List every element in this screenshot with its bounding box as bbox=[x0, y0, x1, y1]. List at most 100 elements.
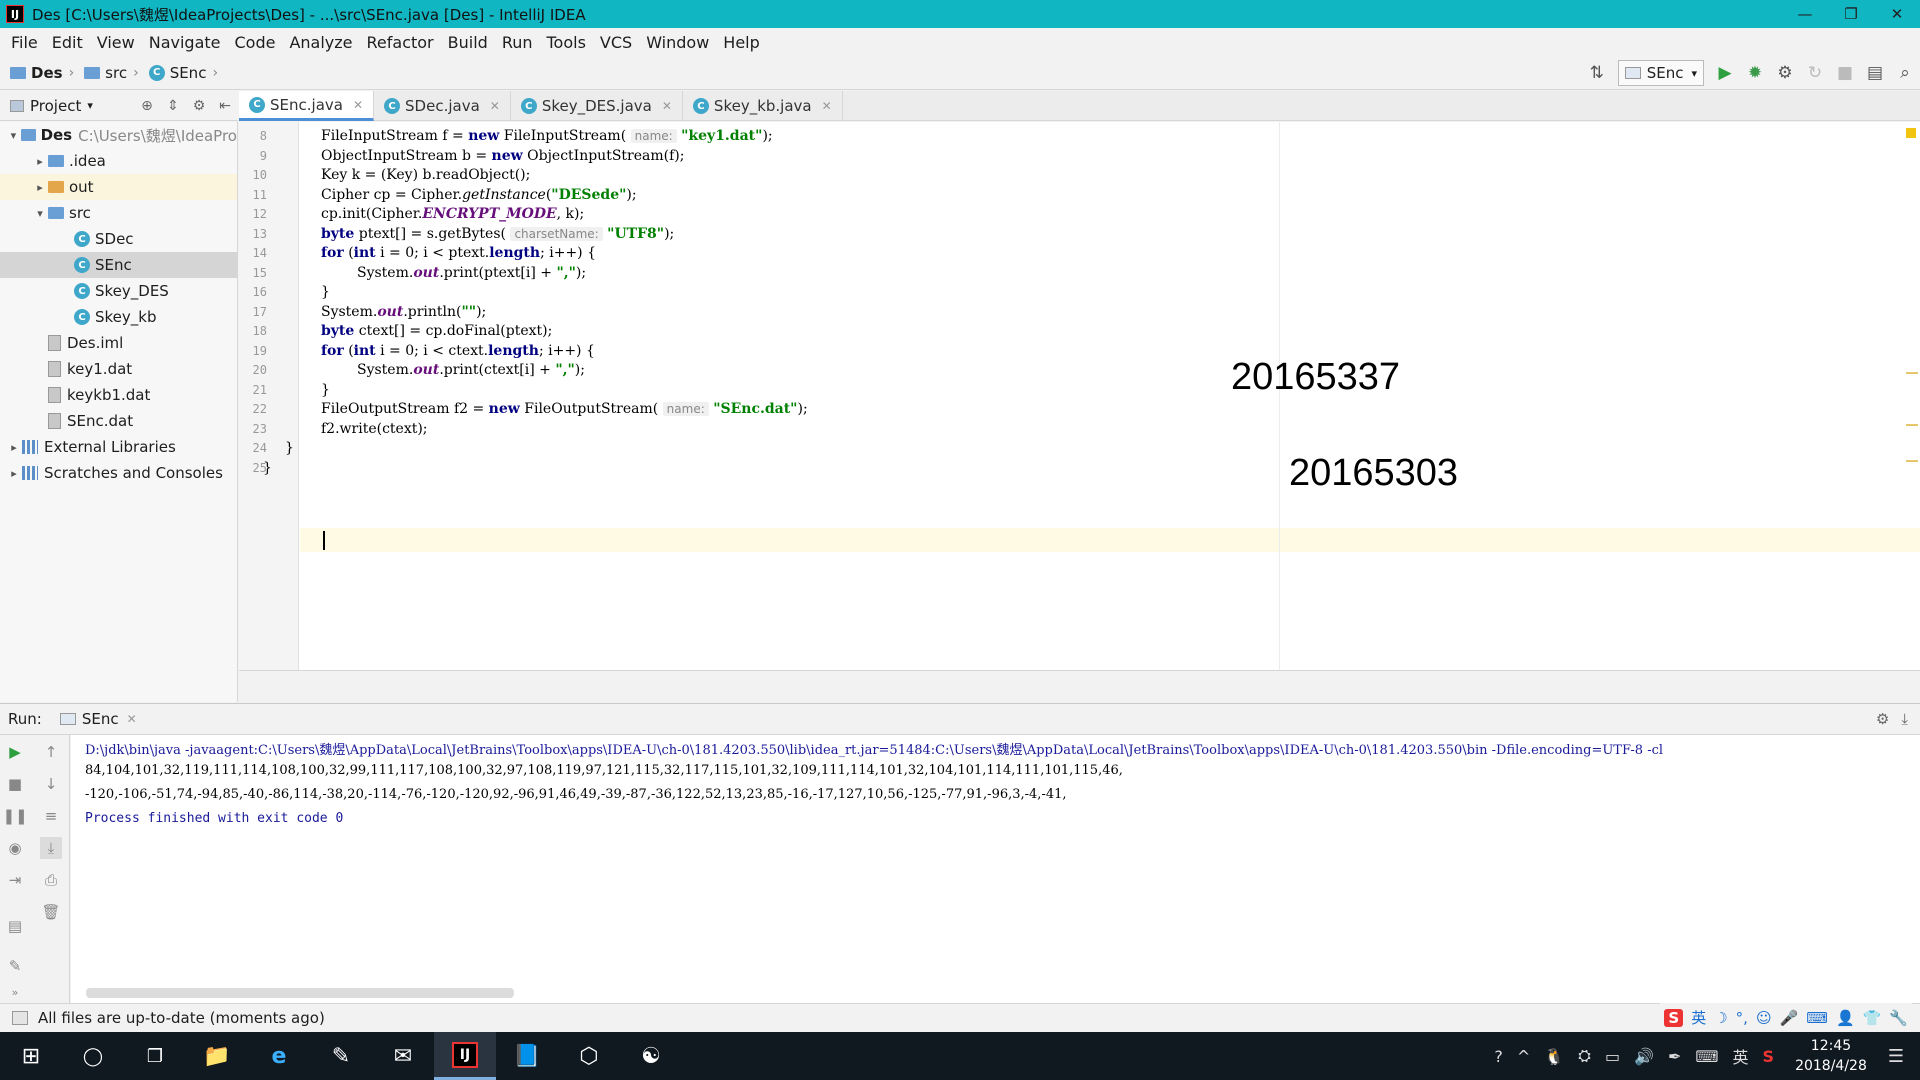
exit-icon[interactable]: ⇥ bbox=[4, 869, 26, 891]
pen-icon[interactable]: ✒ bbox=[1668, 1047, 1681, 1066]
hide-panel-icon[interactable]: ⇤ bbox=[212, 98, 238, 114]
code-line[interactable]: } bbox=[321, 382, 330, 398]
task-view-icon[interactable]: ❐ bbox=[124, 1032, 186, 1080]
close-icon[interactable]: ✕ bbox=[662, 99, 672, 113]
console-output[interactable]: D:\jdk\bin\java -javaagent:C:\Users\魏煜\A… bbox=[71, 735, 1920, 1003]
intellij-taskbar-icon[interactable]: IJ bbox=[434, 1032, 496, 1080]
cortana-icon[interactable]: ◯ bbox=[62, 1032, 124, 1080]
dump-threads-icon[interactable]: ◉ bbox=[4, 837, 26, 859]
close-button[interactable]: ✕ bbox=[1874, 0, 1920, 28]
ime-skin-icon[interactable]: 👕 bbox=[1863, 1009, 1882, 1027]
layout-icon[interactable]: ▤ bbox=[4, 915, 26, 937]
ime-emoji-icon[interactable]: ☺ bbox=[1756, 1009, 1772, 1027]
tree-item-senc[interactable]: C SEnc bbox=[0, 252, 237, 278]
print-icon[interactable]: ⎙ bbox=[40, 869, 62, 891]
ime-language-icon[interactable]: 英 bbox=[1691, 1007, 1706, 1028]
tree-item-skey-kb[interactable]: C Skey_kb bbox=[0, 304, 237, 330]
battery-icon[interactable]: ▭ bbox=[1605, 1047, 1620, 1066]
stripe-mark[interactable] bbox=[1906, 460, 1918, 462]
code-line[interactable]: cp.init(Cipher.ENCRYPT_MODE, k); bbox=[321, 206, 584, 222]
menu-build[interactable]: Build bbox=[441, 33, 495, 52]
down-arrow-icon[interactable]: ↓ bbox=[40, 773, 62, 795]
close-icon[interactable]: ✕ bbox=[353, 98, 363, 112]
menu-navigate[interactable]: Navigate bbox=[142, 33, 228, 52]
code-line[interactable]: FileInputStream f = new FileInputStream(… bbox=[321, 128, 773, 144]
chevron-down-icon[interactable]: ▾ bbox=[87, 99, 93, 112]
sogou-logo-icon[interactable]: S bbox=[1664, 1008, 1684, 1027]
help-icon[interactable]: ? bbox=[1494, 1047, 1503, 1066]
tab-skey-kb-java[interactable]: C Skey_kb.java ✕ bbox=[683, 91, 843, 121]
stop-icon[interactable]: ■ bbox=[1830, 58, 1860, 88]
soft-wrap-icon[interactable]: ≡ bbox=[40, 805, 62, 827]
tree-item-des-iml[interactable]: Des.iml bbox=[0, 330, 237, 356]
tab-sdec-java[interactable]: C SDec.java ✕ bbox=[374, 91, 511, 121]
trash-icon[interactable]: 🗑 bbox=[40, 901, 62, 923]
gear-icon[interactable]: ⚙ bbox=[1876, 710, 1889, 728]
ime-tools-icon[interactable]: 🔧 bbox=[1889, 1009, 1908, 1027]
menu-edit[interactable]: Edit bbox=[45, 33, 90, 52]
tree-item-src[interactable]: ▾ src bbox=[0, 200, 237, 226]
error-stripe[interactable] bbox=[1906, 122, 1920, 670]
collapse-icon[interactable]: ⇕ bbox=[160, 98, 186, 114]
chevron-down-icon[interactable]: ▾ bbox=[6, 129, 21, 142]
menu-refactor[interactable]: Refactor bbox=[360, 33, 441, 52]
tree-item--idea[interactable]: ▸ .idea bbox=[0, 148, 237, 174]
start-button-icon[interactable]: ⊞ bbox=[0, 1032, 62, 1080]
tree-item-external-libraries[interactable]: ▸ External Libraries bbox=[0, 434, 237, 460]
tree-item-keykb1-dat[interactable]: keykb1.dat bbox=[0, 382, 237, 408]
tree-item-skey-des[interactable]: C Skey_DES bbox=[0, 278, 237, 304]
qq-icon[interactable]: 🐧 bbox=[1544, 1047, 1564, 1066]
console-scrollbar[interactable] bbox=[86, 988, 514, 998]
ime-punctuation-icon[interactable]: °, bbox=[1736, 1009, 1748, 1027]
menu-tools[interactable]: Tools bbox=[540, 33, 593, 52]
code-line[interactable]: System.out.print(ptext[i] + ","); bbox=[357, 265, 586, 281]
tree-item-senc-dat[interactable]: SEnc.dat bbox=[0, 408, 237, 434]
run-configuration-select[interactable]: SEnc ▾ bbox=[1617, 60, 1704, 86]
input-language-icon[interactable]: 英 bbox=[1733, 1044, 1749, 1068]
menu-view[interactable]: View bbox=[90, 33, 142, 52]
more-icon[interactable]: » bbox=[4, 981, 26, 1003]
minimize-button[interactable]: — bbox=[1782, 0, 1828, 28]
code-line[interactable]: } bbox=[321, 284, 330, 300]
coverage-icon[interactable]: ⚙ bbox=[1770, 58, 1800, 88]
build-project-icon[interactable]: ⇅ bbox=[1582, 58, 1612, 88]
code-line[interactable]: } bbox=[263, 460, 272, 476]
chevron-right-icon[interactable]: ▸ bbox=[6, 467, 22, 480]
run-icon[interactable]: ▶ bbox=[1710, 58, 1740, 88]
project-panel-title[interactable]: Project bbox=[30, 97, 81, 115]
search-icon[interactable]: ⌕ bbox=[1890, 58, 1920, 88]
file-explorer-icon[interactable]: 📁 bbox=[186, 1032, 248, 1080]
breadcrumb-src[interactable]: src › bbox=[84, 64, 145, 82]
volume-icon[interactable]: 🔊 bbox=[1634, 1047, 1654, 1066]
gear-icon[interactable]: ⚙ bbox=[186, 98, 212, 114]
mail-icon[interactable]: ✉ bbox=[372, 1032, 434, 1080]
game-icon[interactable]: ☯ bbox=[620, 1032, 682, 1080]
run-tab-senc[interactable]: SEnc ✕ bbox=[59, 710, 137, 728]
touch-keyboard-icon[interactable]: ⌨ bbox=[1695, 1047, 1718, 1066]
stripe-mark[interactable] bbox=[1906, 372, 1918, 374]
chevron-right-icon[interactable]: ▸ bbox=[6, 441, 22, 454]
tree-item-out[interactable]: ▸ out bbox=[0, 174, 237, 200]
code-editor[interactable]: 8 9 10 11 12 13 14 15 16 17 18 19 20 21 22 23 24 25 FileI… bbox=[239, 122, 1920, 670]
editor-scrollbar-area[interactable] bbox=[239, 670, 1920, 702]
close-icon[interactable]: ✕ bbox=[127, 712, 137, 726]
scroll-to-end-icon[interactable]: ⤓ bbox=[40, 837, 62, 859]
ime-moon-icon[interactable]: ☽ bbox=[1714, 1009, 1727, 1027]
stop-icon[interactable]: ■ bbox=[4, 773, 26, 795]
virtualbox-icon[interactable]: ⬡ bbox=[558, 1032, 620, 1080]
code-line[interactable]: for (int i = 0; i < ptext.length; i++) { bbox=[321, 245, 596, 261]
chevron-right-icon[interactable]: ▸ bbox=[32, 181, 48, 194]
breadcrumb-class[interactable]: C SEnc › bbox=[148, 64, 224, 82]
breadcrumb-project[interactable]: Des › bbox=[10, 64, 80, 82]
close-icon[interactable]: ✕ bbox=[822, 99, 832, 113]
rerun-icon[interactable]: ▶ bbox=[4, 741, 26, 763]
stripe-mark[interactable] bbox=[1906, 424, 1918, 426]
browser-icon[interactable]: e bbox=[248, 1032, 310, 1080]
code-line[interactable]: } bbox=[285, 440, 294, 456]
tab-senc-java[interactable]: C SEnc.java ✕ bbox=[239, 91, 375, 121]
tab-skey-des-java[interactable]: C Skey_DES.java ✕ bbox=[511, 91, 683, 121]
clock[interactable]: 12:45 2018/4/28 bbox=[1795, 1036, 1867, 1076]
ime-microphone-icon[interactable]: 🎤 bbox=[1780, 1009, 1799, 1027]
line-gutter[interactable]: 8 9 10 11 12 13 14 15 16 17 18 19 20 21 22 23 24 25 bbox=[239, 122, 299, 670]
project-structure-icon[interactable]: ▤ bbox=[1860, 58, 1890, 88]
